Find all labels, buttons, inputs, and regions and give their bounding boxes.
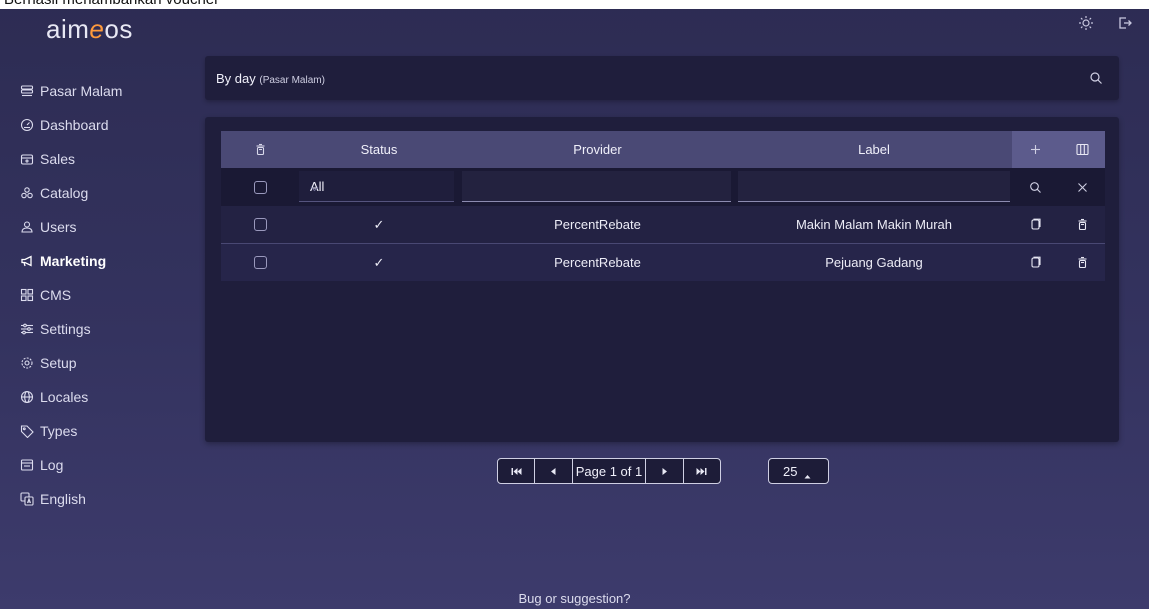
sun-icon[interactable] <box>1078 15 1094 31</box>
column-header-status[interactable]: Status <box>299 142 459 157</box>
select-all-checkbox[interactable] <box>253 180 267 194</box>
caret-up-icon <box>804 468 811 478</box>
filter-reset-button[interactable] <box>1059 181 1105 194</box>
add-button[interactable] <box>1012 143 1059 156</box>
sidebar-item-types[interactable]: Types <box>0 414 200 448</box>
prev-page-icon <box>547 465 560 478</box>
column-header-label[interactable]: Label <box>736 142 1012 157</box>
columns-icon <box>1075 143 1089 156</box>
list-title: By day (Pasar Malam) <box>216 71 325 86</box>
status-filter-select[interactable]: All <box>299 171 454 202</box>
sidebar-item-dashboard[interactable]: Dashboard <box>0 108 200 142</box>
first-page-icon <box>510 465 523 478</box>
dashboard-icon <box>20 118 34 132</box>
globe-icon <box>20 390 34 404</box>
cms-icon <box>20 288 34 302</box>
catalog-icon <box>20 186 34 200</box>
sidebar-item-catalog[interactable]: Catalog <box>0 176 200 210</box>
filter-search-button[interactable] <box>1012 181 1059 194</box>
header-actions <box>1012 131 1105 168</box>
page-size-select[interactable]: 25 <box>768 458 829 484</box>
last-page-icon <box>695 465 708 478</box>
trash-icon <box>1076 218 1089 231</box>
sliders-icon <box>20 322 34 336</box>
next-page-icon <box>658 465 671 478</box>
copy-icon <box>1029 218 1042 231</box>
search-icon[interactable] <box>1089 71 1103 85</box>
next-page-button[interactable] <box>646 459 684 483</box>
trash-icon <box>254 143 267 156</box>
voucher-table: Status Provider Label All ✓ PercentRebat… <box>221 131 1105 281</box>
provider-filter-input[interactable] <box>462 171 731 202</box>
provider-cell: PercentRebate <box>554 255 641 270</box>
page-indicator: Page 1 of 1 <box>573 459 647 483</box>
table-row[interactable]: ✓ PercentRebate Makin Malam Makin Murah <box>221 206 1105 244</box>
list-panel: Status Provider Label All ✓ PercentRebat… <box>205 117 1119 442</box>
label-cell: Makin Malam Makin Murah <box>795 217 953 232</box>
language-icon <box>20 492 34 506</box>
delete-button[interactable] <box>1059 256 1105 269</box>
table-row[interactable]: ✓ PercentRebate Pejuang Gadang <box>221 244 1105 281</box>
sales-icon <box>20 152 34 166</box>
label-cell: Pejuang Gadang <box>825 255 923 270</box>
bug-report-link[interactable]: Bug or suggestion? <box>0 591 1149 606</box>
label-filter-input[interactable] <box>738 171 1010 202</box>
sidebar-item-english[interactable]: English <box>0 482 200 516</box>
columns-button[interactable] <box>1059 143 1105 156</box>
tag-icon <box>20 424 34 438</box>
app-logo[interactable]: aimeos <box>46 14 133 45</box>
sidebar: Pasar Malam Dashboard Sales Catalog User… <box>0 74 200 516</box>
copy-button[interactable] <box>1012 256 1059 269</box>
megaphone-icon <box>20 254 34 268</box>
status-cell: ✓ <box>373 254 385 270</box>
provider-cell: PercentRebate <box>554 217 641 232</box>
bulk-delete-button[interactable] <box>221 143 299 156</box>
pagination: Page 1 of 1 <box>497 458 721 484</box>
sidebar-item-settings[interactable]: Settings <box>0 312 200 346</box>
copy-icon <box>1029 256 1042 269</box>
search-icon <box>1029 181 1042 194</box>
log-icon <box>20 458 34 472</box>
sidebar-item-pasar-malam[interactable]: Pasar Malam <box>0 74 200 108</box>
store-icon <box>20 84 34 98</box>
sidebar-item-sales[interactable]: Sales <box>0 142 200 176</box>
success-banner: Berhasil menambahkan voucher <box>0 0 1149 9</box>
users-icon <box>20 220 34 234</box>
column-header-provider[interactable]: Provider <box>459 142 736 157</box>
status-cell: ✓ <box>373 216 385 232</box>
logout-icon[interactable] <box>1117 15 1133 31</box>
first-page-button[interactable] <box>498 459 536 483</box>
sidebar-item-setup[interactable]: Setup <box>0 346 200 380</box>
plus-icon <box>1029 143 1042 156</box>
row-checkbox[interactable] <box>253 218 267 231</box>
success-message: Berhasil menambahkan voucher <box>4 0 219 8</box>
filter-row: All <box>221 168 1105 206</box>
sidebar-item-locales[interactable]: Locales <box>0 380 200 414</box>
gear-icon <box>20 356 34 370</box>
last-page-button[interactable] <box>684 459 720 483</box>
row-checkbox[interactable] <box>253 256 267 269</box>
sidebar-item-log[interactable]: Log <box>0 448 200 482</box>
sidebar-item-marketing[interactable]: Marketing <box>0 244 200 278</box>
delete-button[interactable] <box>1059 218 1105 231</box>
sidebar-item-cms[interactable]: CMS <box>0 278 200 312</box>
search-header: By day (Pasar Malam) <box>205 56 1119 100</box>
trash-icon <box>1076 256 1089 269</box>
sidebar-item-users[interactable]: Users <box>0 210 200 244</box>
table-header: Status Provider Label <box>221 131 1105 168</box>
chevron-down-icon <box>310 181 319 192</box>
prev-page-button[interactable] <box>535 459 573 483</box>
close-icon <box>1076 181 1089 194</box>
copy-button[interactable] <box>1012 218 1059 231</box>
